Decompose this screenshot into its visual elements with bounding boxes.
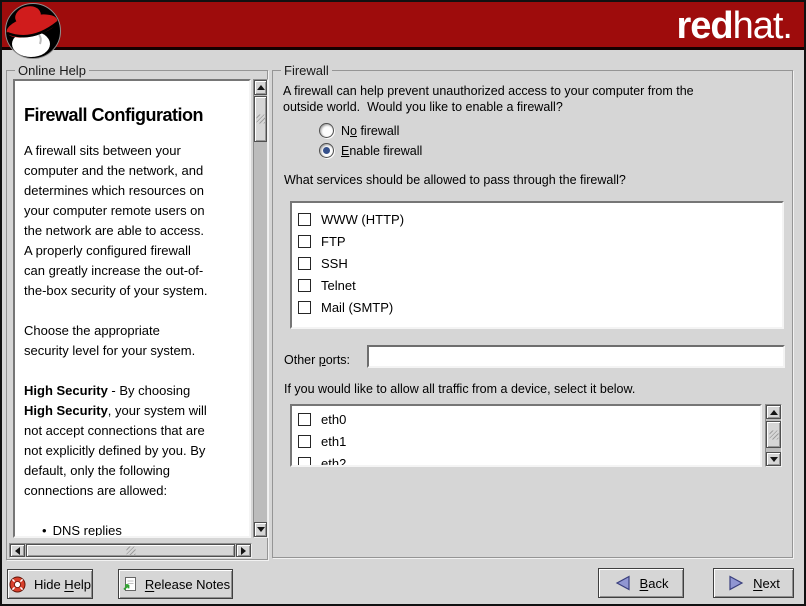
other-ports-label: Other ports: xyxy=(284,352,350,368)
release-notes-label: Release Notes xyxy=(145,577,230,592)
help-horizontal-scrollbar[interactable] xyxy=(9,543,252,558)
help-text-area: Firewall Configuration A firewall sits b… xyxy=(13,79,251,538)
other-ports-input[interactable] xyxy=(367,345,785,368)
services-list[interactable]: WWW (HTTP) FTP SSH Telnet Mail (SMTP) xyxy=(290,201,784,329)
checkbox-icon[interactable] xyxy=(298,279,311,292)
service-row[interactable]: SSH xyxy=(292,252,782,274)
services-question: What services should be allowed to pass … xyxy=(284,172,626,188)
radio-button-icon[interactable] xyxy=(319,123,334,138)
help-paragraph-2: Choose the appropriate security level fo… xyxy=(24,321,247,361)
scrollbar-thumb[interactable] xyxy=(254,96,267,142)
scroll-up-button[interactable] xyxy=(254,80,267,95)
checkbox-icon[interactable] xyxy=(298,213,311,226)
help-bullet-item: •DNS replies xyxy=(24,521,247,538)
scroll-down-button[interactable] xyxy=(766,452,781,466)
checkbox-icon[interactable] xyxy=(298,301,311,314)
devices-vertical-scrollbar[interactable] xyxy=(765,404,782,467)
next-arrow-icon xyxy=(727,575,745,591)
hide-help-button[interactable]: Hide Help xyxy=(7,569,93,599)
service-label: Mail (SMTP) xyxy=(321,300,393,315)
help-title: Firewall Configuration xyxy=(24,105,247,126)
wordmark-rest: hat. xyxy=(733,5,792,47)
devices-question: If you would like to allow all traffic f… xyxy=(284,381,635,397)
arrow-right-icon xyxy=(241,547,246,555)
checkbox-icon[interactable] xyxy=(298,435,311,448)
help-bold-term: High Security xyxy=(24,403,108,418)
checkbox-icon[interactable] xyxy=(298,257,311,270)
arrow-down-icon xyxy=(257,527,265,532)
help-bold-term: High Security xyxy=(24,383,108,398)
help-vertical-scrollbar[interactable] xyxy=(253,79,268,538)
service-row[interactable]: FTP xyxy=(292,230,782,252)
service-label: Telnet xyxy=(321,278,356,293)
device-row[interactable]: eth0 xyxy=(292,408,760,430)
checkbox-icon[interactable] xyxy=(298,235,311,248)
arrow-up-icon xyxy=(770,410,778,415)
device-label: eth1 xyxy=(321,434,346,449)
device-label: eth0 xyxy=(321,412,346,427)
arrow-left-icon xyxy=(15,547,20,555)
next-label: Next xyxy=(753,576,780,591)
redhat-wordmark: redhat. xyxy=(676,3,792,49)
service-row[interactable]: Mail (SMTP) xyxy=(292,296,782,318)
top-banner: redhat. xyxy=(2,2,804,50)
hide-help-label: Hide Help xyxy=(34,577,91,592)
online-help-frame: Online Help Firewall Configuration A fir… xyxy=(6,70,268,560)
release-notes-button[interactable]: Release Notes xyxy=(118,569,233,599)
release-notes-icon xyxy=(121,576,137,592)
firewall-frame: Firewall A firewall can help prevent una… xyxy=(272,70,793,558)
online-help-frame-label: Online Help xyxy=(15,63,89,78)
installer-window: redhat. Online Help Firewall Configurati… xyxy=(0,0,806,606)
wordmark-bold: red xyxy=(676,5,732,47)
service-row[interactable]: Telnet xyxy=(292,274,782,296)
arrow-down-icon xyxy=(770,457,778,462)
radio-enable-firewall[interactable]: Enable firewall xyxy=(319,143,422,158)
service-row[interactable]: WWW (HTTP) xyxy=(292,208,782,230)
scroll-down-button[interactable] xyxy=(254,522,267,537)
help-paragraph-3: High Security - By choosing High Securit… xyxy=(24,381,247,501)
scrollbar-thumb[interactable] xyxy=(766,421,781,448)
scrollbar-thumb[interactable] xyxy=(26,544,235,557)
radio-no-firewall-label: No firewall xyxy=(341,124,399,138)
next-button[interactable]: Next xyxy=(713,568,794,598)
lifebuoy-icon xyxy=(9,576,26,593)
back-label: Back xyxy=(640,576,669,591)
device-row[interactable]: eth1 xyxy=(292,430,760,452)
device-label: eth2 xyxy=(321,456,346,468)
scroll-up-button[interactable] xyxy=(766,405,781,419)
arrow-up-icon xyxy=(257,85,265,90)
thumb-grip-icon xyxy=(256,115,265,124)
firewall-intro-text: A firewall can help prevent unauthorized… xyxy=(283,83,694,115)
radio-button-selected-icon[interactable] xyxy=(319,143,334,158)
checkbox-icon[interactable] xyxy=(298,457,311,468)
scroll-left-button[interactable] xyxy=(10,544,25,557)
device-row[interactable]: eth2 xyxy=(292,452,760,467)
firewall-frame-label: Firewall xyxy=(281,63,332,78)
thumb-grip-icon xyxy=(769,430,778,439)
devices-list[interactable]: eth0 eth1 eth2 xyxy=(290,404,762,467)
help-paragraph-1: A firewall sits between your computer an… xyxy=(24,141,247,301)
thumb-grip-icon xyxy=(126,546,135,555)
redhat-shadowman-icon xyxy=(4,2,62,60)
radio-no-firewall[interactable]: No firewall xyxy=(319,123,399,138)
bullet-icon: • xyxy=(42,523,47,538)
back-arrow-icon xyxy=(614,575,632,591)
service-label: SSH xyxy=(321,256,348,271)
radio-enable-firewall-label: Enable firewall xyxy=(341,144,422,158)
checkbox-icon[interactable] xyxy=(298,413,311,426)
back-button[interactable]: Back xyxy=(598,568,684,598)
scroll-right-button[interactable] xyxy=(236,544,251,557)
service-label: FTP xyxy=(321,234,346,249)
service-label: WWW (HTTP) xyxy=(321,212,404,227)
